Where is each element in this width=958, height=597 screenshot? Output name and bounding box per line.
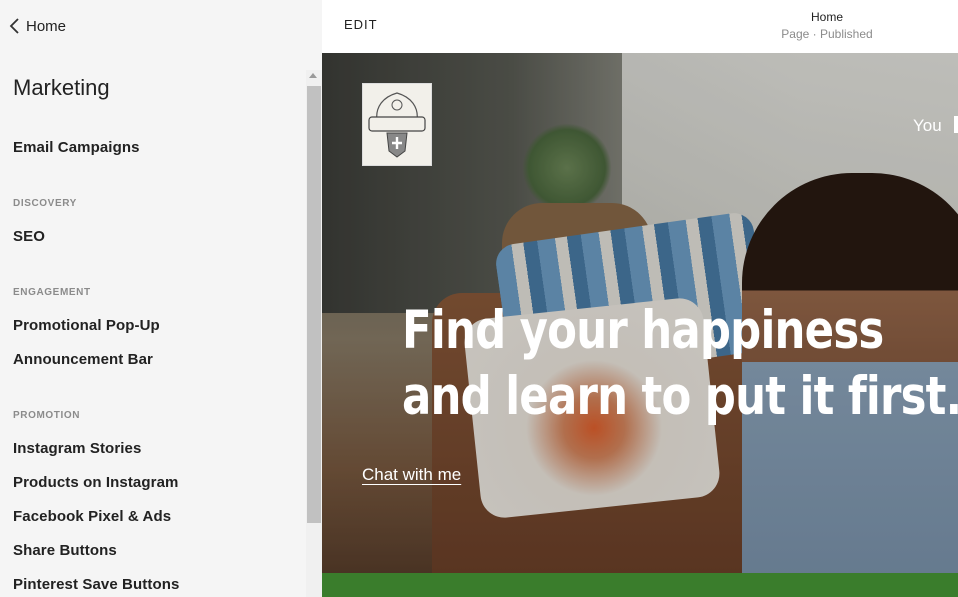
section-discovery: DISCOVERY [13, 198, 77, 209]
menu-item-facebook-pixel-ads[interactable]: Facebook Pixel & Ads [13, 508, 171, 525]
headline-line-2: and learn to put it first. [402, 366, 958, 427]
menu-item-products-on-instagram[interactable]: Products on Instagram [13, 474, 178, 491]
hero-headline: Find your happiness and learn to put it … [402, 298, 958, 430]
nav-link-partial[interactable]: You [913, 116, 942, 136]
menu-item-instagram-stories[interactable]: Instagram Stories [13, 440, 141, 457]
menu-item-announcement-bar[interactable]: Announcement Bar [13, 351, 153, 368]
site-logo[interactable] [362, 83, 432, 166]
menu-item-email-campaigns[interactable]: Email Campaigns [13, 139, 140, 156]
hero-section-preview: You Find your happiness and learn to put… [322, 53, 958, 573]
chevron-left-icon [9, 18, 19, 34]
sidebar: Home Marketing Email Campaigns DISCOVERY… [0, 0, 322, 597]
page-status: Page · Published [781, 27, 873, 41]
page-title: Home [810, 10, 843, 24]
next-section-preview [322, 573, 958, 597]
scrollbar-thumb[interactable] [307, 86, 321, 523]
scroll-up-arrow-icon[interactable] [309, 73, 317, 78]
headline-line-1: Find your happiness [402, 300, 884, 361]
charity-logo-icon [368, 91, 426, 158]
menu-item-seo[interactable]: SEO [13, 228, 45, 245]
chat-with-me-link[interactable]: Chat with me [362, 465, 461, 485]
menu-item-share-buttons[interactable]: Share Buttons [13, 542, 117, 559]
menu-item-pinterest-save-buttons[interactable]: Pinterest Save Buttons [13, 576, 179, 593]
section-engagement: ENGAGEMENT [13, 287, 91, 298]
panel-title: Marketing [13, 75, 110, 100]
menu-item-promotional-popup[interactable]: Promotional Pop-Up [13, 317, 160, 334]
nav-link-cut-glyph [954, 116, 958, 133]
back-link-label: Home [26, 17, 67, 35]
back-to-home-link[interactable]: Home [8, 16, 66, 36]
editor-topbar: EDIT Home Page · Published [322, 0, 958, 53]
section-promotion: PROMOTION [13, 410, 81, 421]
